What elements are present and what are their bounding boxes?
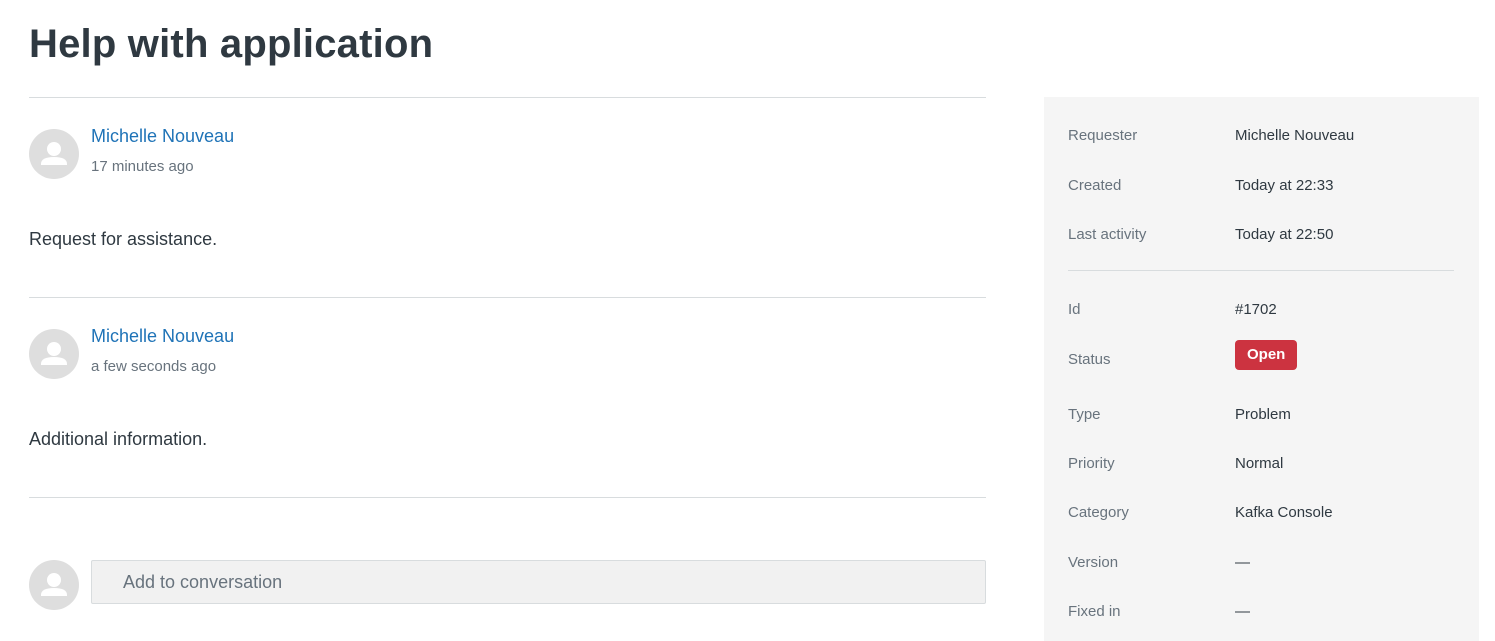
status-badge: Open	[1235, 340, 1298, 370]
meta-row-created: Created Today at 22:33	[1068, 177, 1458, 199]
meta-label: Type	[1068, 406, 1101, 423]
meta-row-requester: Requester Michelle Nouveau	[1068, 127, 1458, 149]
comment-timestamp: a few seconds ago	[91, 358, 217, 375]
comment-body: Request for assistance.	[29, 229, 218, 249]
meta-row-fixed-in: Fixed in —	[1068, 603, 1458, 625]
meta-row-category: Category Kafka Console	[1068, 504, 1458, 526]
meta-row-last-activity: Last activity Today at 22:50	[1068, 226, 1458, 248]
meta-value: Today at 22:50	[1235, 226, 1334, 243]
request-page: Help with application Michelle Nouveau 1…	[0, 0, 1495, 641]
meta-value: Problem	[1235, 406, 1291, 423]
meta-label: Priority	[1068, 455, 1115, 472]
comment-timestamp: 17 minutes ago	[91, 158, 194, 175]
meta-label: Category	[1068, 504, 1129, 521]
conversation-thread: Michelle Nouveau 17 minutes ago Request …	[29, 97, 986, 498]
meta-value: Kafka Console	[1235, 504, 1333, 521]
meta-value: Normal	[1235, 455, 1284, 472]
meta-label: Requester	[1068, 127, 1138, 144]
comment: Michelle Nouveau 17 minutes ago Request …	[29, 98, 986, 297]
comment-author-link[interactable]: Michelle Nouveau	[91, 126, 234, 147]
meta-label: Id	[1068, 301, 1081, 318]
page-title: Help with application	[29, 22, 434, 66]
meta-value: Michelle Nouveau	[1235, 127, 1355, 144]
meta-label: Status	[1068, 351, 1111, 368]
meta-row-status: Status Open	[1068, 340, 1458, 373]
meta-row-priority: Priority Normal	[1068, 455, 1458, 477]
user-avatar-icon	[29, 129, 79, 179]
meta-label: Fixed in	[1068, 603, 1121, 620]
user-avatar-icon	[29, 560, 79, 610]
comment-composer	[29, 560, 986, 610]
comment-body: Additional information.	[29, 429, 208, 449]
request-details-sidebar: Requester Michelle Nouveau Created Today…	[1044, 97, 1479, 641]
meta-label: Last activity	[1068, 226, 1147, 243]
meta-value: —	[1235, 554, 1250, 571]
comment: Michelle Nouveau a few seconds ago Addit…	[29, 298, 986, 497]
comment-author-link[interactable]: Michelle Nouveau	[91, 326, 234, 347]
meta-row-type: Type Problem	[1068, 406, 1458, 428]
meta-label: Version	[1068, 554, 1119, 571]
meta-row-id: Id #1702	[1068, 301, 1458, 323]
add-to-conversation-input[interactable]	[91, 560, 986, 604]
user-avatar-icon	[29, 329, 79, 379]
meta-label: Created	[1068, 177, 1122, 194]
divider	[29, 497, 986, 498]
meta-value: —	[1235, 603, 1250, 620]
divider	[1068, 270, 1454, 271]
meta-row-version: Version —	[1068, 554, 1458, 576]
meta-value: #1702	[1235, 301, 1277, 318]
meta-value: Today at 22:33	[1235, 177, 1334, 194]
